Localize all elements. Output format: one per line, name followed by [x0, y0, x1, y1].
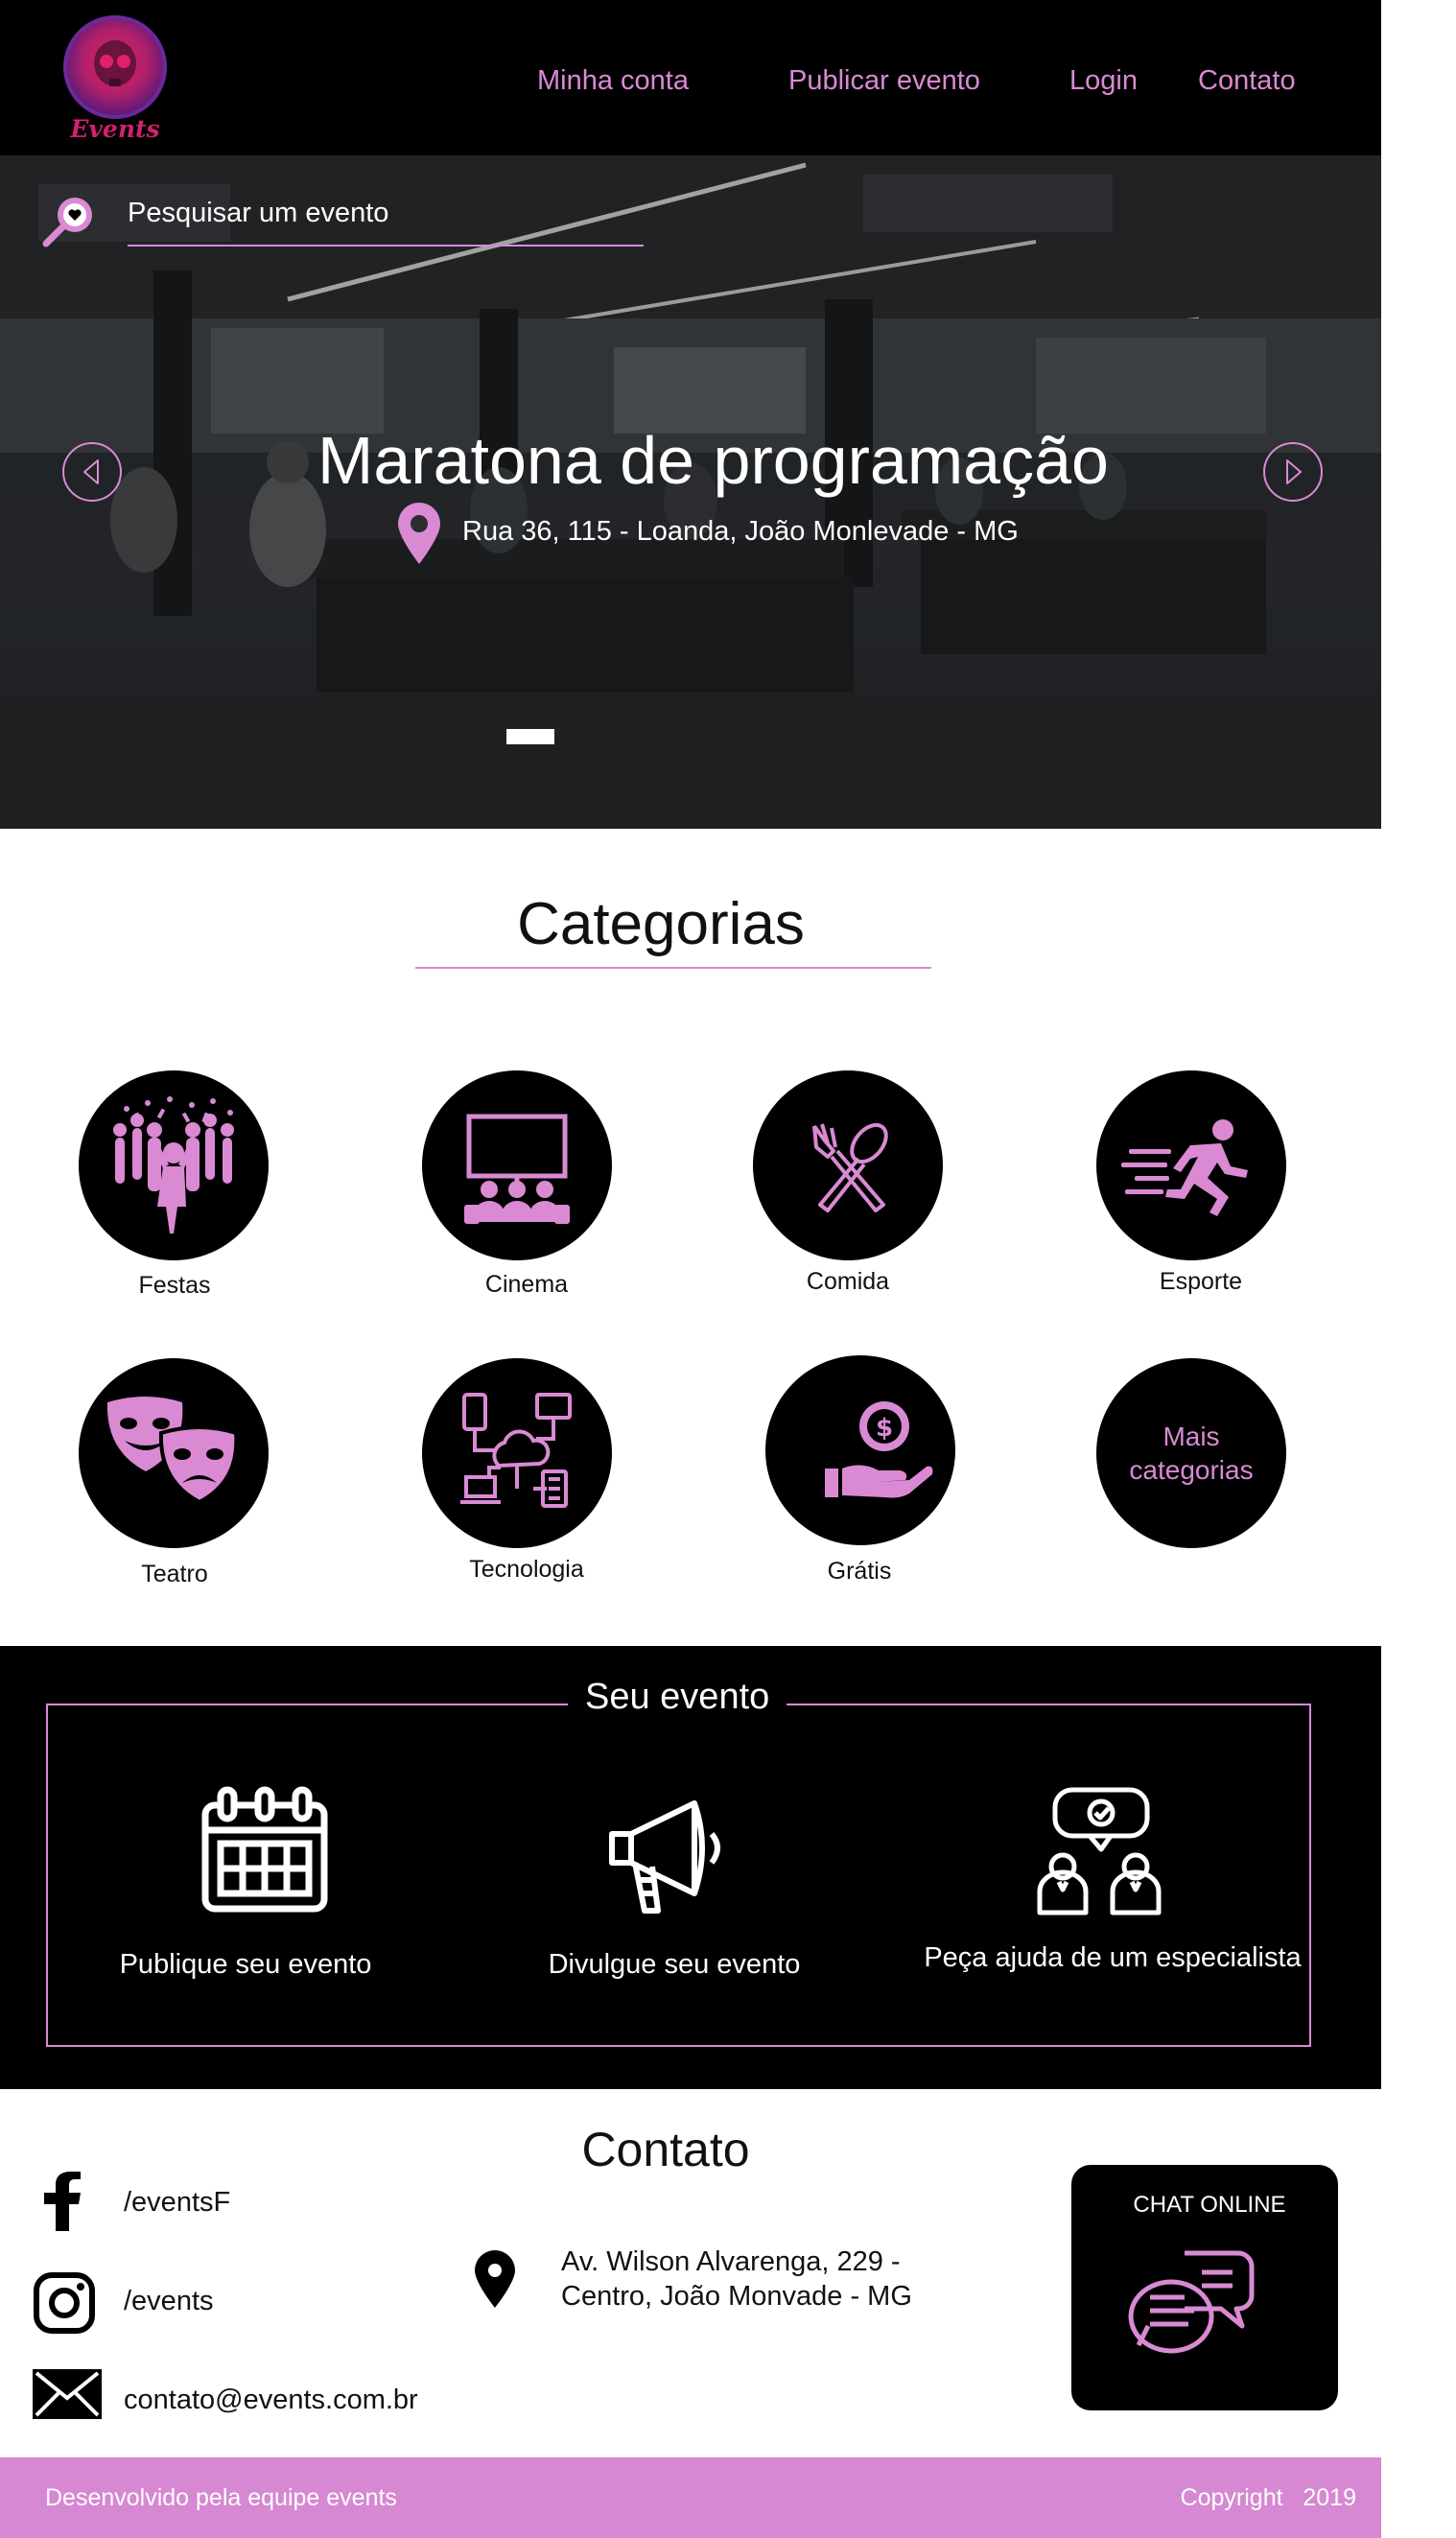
- category-label-tecnologia: Tecnologia: [469, 1556, 584, 1583]
- category-label-comida: Comida: [806, 1268, 890, 1295]
- category-teatro[interactable]: [79, 1358, 269, 1548]
- email-envelope-icon[interactable]: [33, 2369, 102, 2419]
- search-input[interactable]: Pesquisar um evento: [128, 198, 388, 229]
- categories-underline: [415, 967, 931, 969]
- address-pin-icon: [475, 2250, 515, 2308]
- chat-online-button[interactable]: CHAT ONLINE: [1071, 2165, 1338, 2410]
- nav-minha-conta[interactable]: Minha conta: [537, 65, 689, 97]
- category-comida[interactable]: [753, 1070, 943, 1260]
- category-gratis[interactable]: $: [765, 1355, 955, 1545]
- hero-carousel: Pesquisar um evento Maratona de programa…: [0, 155, 1381, 829]
- facebook-handle[interactable]: /eventsF: [124, 2187, 230, 2219]
- nav-login[interactable]: Login: [1069, 65, 1138, 97]
- footer-bar: Desenvolvido pela equipe events Copyrigh…: [0, 2457, 1381, 2538]
- chat-online-label: CHAT ONLINE: [1133, 2192, 1286, 2218]
- skull-logo-icon: [63, 15, 167, 119]
- facebook-icon[interactable]: [42, 2172, 82, 2231]
- categories-heading: Categorias: [517, 891, 805, 957]
- cinema-audience-icon: [464, 1114, 570, 1224]
- footer-credits: Desenvolvido pela equipe events: [45, 2484, 397, 2511]
- category-cinema[interactable]: [422, 1070, 612, 1260]
- party-crowd-icon: [113, 1096, 234, 1234]
- instagram-icon[interactable]: [33, 2271, 96, 2335]
- svg-text:$: $: [876, 1414, 893, 1443]
- category-label-cinema: Cinema: [484, 1271, 569, 1298]
- category-esporte[interactable]: [1096, 1070, 1286, 1260]
- hero-event-address: Rua 36, 115 - Loanda, João Monlevade - M…: [462, 516, 1019, 547]
- megaphone-icon[interactable]: [606, 1788, 740, 1922]
- more-categories-button[interactable]: Mais categorias: [1096, 1358, 1286, 1548]
- instagram-handle[interactable]: /events: [124, 2286, 214, 2317]
- fork-spoon-icon: [812, 1122, 888, 1212]
- hero-event-title[interactable]: Maratona de programação: [0, 422, 1381, 499]
- category-label-gratis: Grátis: [827, 1558, 892, 1585]
- category-label-festas: Festas: [138, 1272, 211, 1299]
- location-pin-icon: [398, 503, 440, 564]
- logo-text: Events: [70, 115, 160, 143]
- your-event-section: Seu evento: [0, 1646, 1381, 2089]
- address-line-1: Av. Wilson Alvarenga, 229 -: [561, 2246, 901, 2277]
- category-label-teatro: Teatro: [141, 1561, 208, 1587]
- footer-copyright: Copyright 2019: [1180, 2484, 1356, 2511]
- running-person-icon: [1121, 1119, 1248, 1216]
- events-logo[interactable]: Events: [61, 15, 169, 143]
- carousel-indicator[interactable]: [506, 729, 554, 744]
- theater-masks-icon: [106, 1397, 239, 1505]
- nav-contato[interactable]: Contato: [1198, 65, 1296, 97]
- heart-magnifier-icon[interactable]: [40, 194, 96, 249]
- contact-email[interactable]: contato@events.com.br: [124, 2385, 418, 2416]
- ask-specialist-label[interactable]: Peça ajuda de um especialista: [911, 1940, 1314, 1975]
- chat-bubbles-icon: [1128, 2250, 1255, 2354]
- publish-event-label[interactable]: Publique seu evento: [44, 1947, 447, 1982]
- category-tecnologia[interactable]: [422, 1358, 612, 1548]
- calendar-icon[interactable]: [198, 1786, 332, 1920]
- hand-coin-icon: $: [825, 1401, 933, 1498]
- category-label-esporte: Esporte: [1159, 1268, 1243, 1295]
- nav-publicar-evento[interactable]: Publicar evento: [788, 65, 980, 97]
- category-festas[interactable]: [79, 1070, 269, 1260]
- top-navbar: Events Minha conta Publicar evento Login…: [0, 0, 1381, 155]
- address-line-2: Centro, João Monvade - MG: [561, 2281, 912, 2312]
- consultation-icon[interactable]: [1032, 1786, 1166, 1920]
- contact-address: Av. Wilson Alvarenga, 229 - Centro, João…: [561, 2244, 912, 2314]
- search-underline: [128, 245, 644, 247]
- your-event-heading: Seu evento: [568, 1677, 787, 1718]
- network-cloud-icon: [460, 1393, 572, 1508]
- promote-event-label[interactable]: Divulgue seu evento: [473, 1947, 876, 1982]
